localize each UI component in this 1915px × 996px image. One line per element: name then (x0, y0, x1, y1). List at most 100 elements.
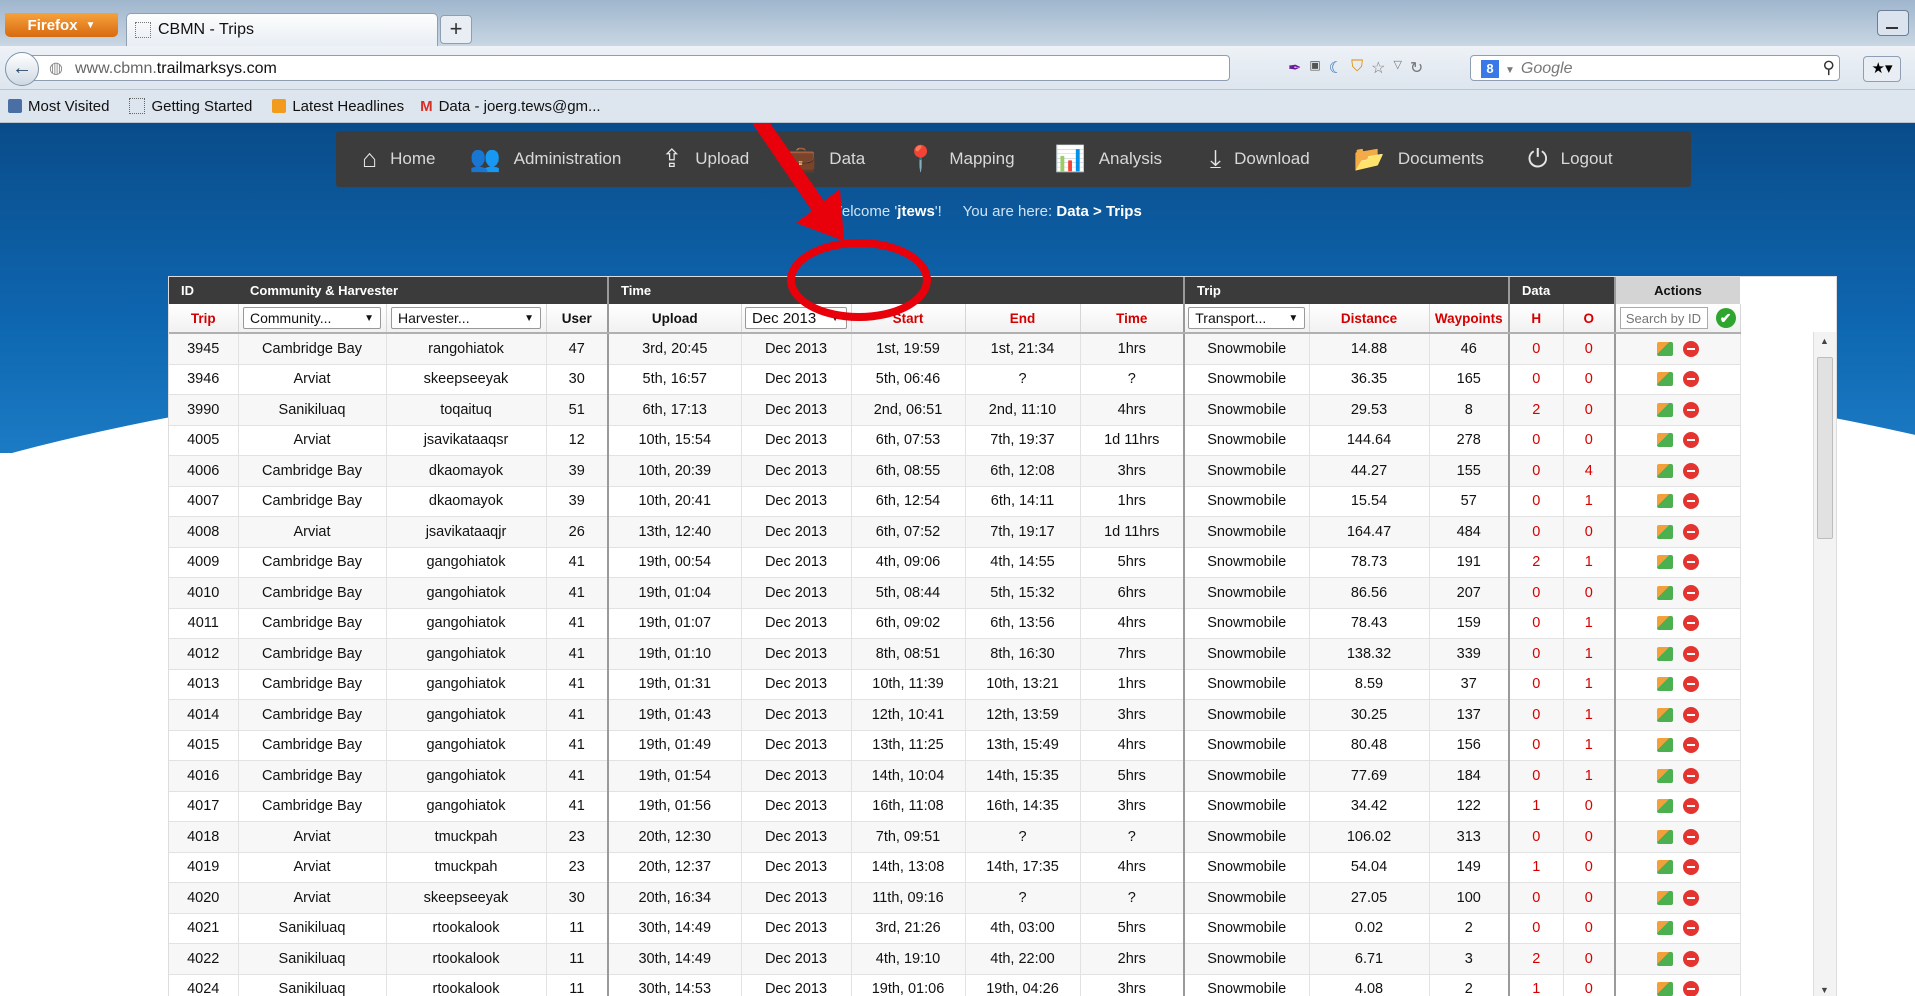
nav-mapping[interactable]: 📍 Mapping (905, 131, 1014, 187)
edit-trip-icon[interactable] (1656, 982, 1673, 996)
edit-trip-icon[interactable] (1656, 829, 1673, 844)
back-button[interactable]: ← (5, 52, 39, 86)
col-user[interactable]: User (546, 304, 609, 334)
nav-download[interactable]: ⤓ Download (1210, 131, 1310, 187)
edit-trip-icon[interactable] (1656, 402, 1673, 417)
pen-icon[interactable]: ✒ (1288, 58, 1301, 78)
delete-trip-icon[interactable] (1682, 554, 1699, 571)
transport-select[interactable]: Transport... ▼ (1188, 307, 1306, 329)
reload-icon[interactable]: ↻ (1410, 58, 1423, 78)
minimize-button[interactable] (1877, 10, 1909, 36)
col-end[interactable]: End (965, 304, 1081, 334)
table-row[interactable]: 4009 Cambridge Bay gangohiatok 41 19th, 00:5… (169, 547, 1741, 578)
table-scrollbar[interactable]: ▲ ▼ (1813, 332, 1836, 996)
edit-trip-icon[interactable] (1656, 646, 1673, 661)
new-tab-button[interactable]: + (440, 15, 472, 44)
col-trip[interactable]: Trip (169, 304, 239, 334)
bookmark-getting-started[interactable]: Getting Started (121, 98, 252, 115)
delete-trip-icon[interactable] (1682, 889, 1699, 906)
nav-logout[interactable]: ⏻ Logout (1528, 131, 1613, 187)
table-row[interactable]: 4024 Sanikiluaq rtookalook 11 30th, 14:53 Dec… (169, 974, 1741, 996)
table-row[interactable]: 4015 Cambridge Bay gangohiatok 41 19th, 01:4… (169, 730, 1741, 761)
delete-trip-icon[interactable] (1682, 920, 1699, 937)
nav-administration[interactable]: 👥 Administration (469, 131, 621, 187)
search-icon[interactable]: ⚲ (1823, 58, 1835, 78)
edit-trip-icon[interactable] (1656, 860, 1673, 875)
edit-trip-icon[interactable] (1656, 372, 1673, 387)
edit-trip-icon[interactable] (1656, 341, 1673, 356)
delete-trip-icon[interactable] (1682, 767, 1699, 784)
delete-trip-icon[interactable] (1682, 493, 1699, 510)
delete-trip-icon[interactable] (1682, 371, 1699, 388)
table-row[interactable]: 4006 Cambridge Bay dkaomayok 39 10th, 20:39 D… (169, 455, 1741, 487)
table-row[interactable]: 3990 Sanikiluaq toqaituq 51 6th, 17:13 Dec 20… (169, 394, 1741, 426)
delete-trip-icon[interactable] (1682, 432, 1699, 449)
edit-trip-icon[interactable] (1656, 799, 1673, 814)
table-row[interactable]: 4011 Cambridge Bay gangohiatok 41 19th, 01:0… (169, 608, 1741, 639)
nav-upload[interactable]: ⇪ Upload (661, 131, 749, 187)
star-icon[interactable]: ☆ (1371, 58, 1385, 78)
delete-trip-icon[interactable] (1682, 737, 1699, 754)
edit-trip-icon[interactable] (1656, 616, 1673, 631)
nav-analysis[interactable]: 📊 Analysis (1055, 131, 1162, 187)
url-bar[interactable]: ◍ www.cbmn.trailmarksys.com (30, 55, 1230, 81)
check-icon[interactable]: ✔ (1715, 308, 1736, 328)
table-row[interactable]: 4013 Cambridge Bay gangohiatok 41 19th, 01:3… (169, 669, 1741, 700)
delete-trip-icon[interactable] (1682, 523, 1699, 540)
shield-icon[interactable]: ⛉ (1351, 58, 1363, 78)
col-upload[interactable]: Upload (607, 304, 742, 334)
table-row[interactable]: 3945 Cambridge Bay rangohiatok 47 3rd, 20:45… (169, 333, 1741, 365)
edit-trip-icon[interactable] (1656, 677, 1673, 692)
nav-home[interactable]: ⌂ Home (362, 131, 435, 187)
table-row[interactable]: 4016 Cambridge Bay gangohiatok 41 19th, 01:5… (169, 760, 1741, 792)
delete-trip-icon[interactable] (1682, 340, 1699, 357)
delete-trip-icon[interactable] (1682, 401, 1699, 418)
scroll-down-icon[interactable]: ▼ (1820, 985, 1829, 995)
scrollbar-thumb[interactable] (1817, 357, 1833, 539)
search-by-id-input[interactable] (1619, 307, 1708, 329)
table-row[interactable]: 4020 Arviat skeepseeyak 30 20th, 16:34 Dec 20… (169, 882, 1741, 914)
edit-trip-icon[interactable] (1656, 433, 1673, 448)
bookmark-data-gmail[interactable]: M Data - joerg.tews@gm... (416, 98, 600, 115)
edit-trip-icon[interactable] (1656, 738, 1673, 753)
bookmark-most-visited[interactable]: Most Visited (0, 98, 109, 115)
table-row[interactable]: 4005 Arviat jsavikataaqsr 12 10th, 15:54 Dec … (169, 425, 1741, 456)
delete-trip-icon[interactable] (1682, 828, 1699, 845)
table-row[interactable]: 4008 Arviat jsavikataaqjr 26 13th, 12:40 Dec … (169, 516, 1741, 548)
edit-trip-icon[interactable] (1656, 890, 1673, 905)
delete-trip-icon[interactable] (1682, 615, 1699, 632)
edit-trip-icon[interactable] (1656, 921, 1673, 936)
table-row[interactable]: 4017 Cambridge Bay gangohiatok 41 19th, 01:5… (169, 791, 1741, 822)
col-time[interactable]: Time (1080, 304, 1185, 334)
delete-trip-icon[interactable] (1682, 645, 1699, 662)
nav-documents[interactable]: 📂 Documents (1354, 131, 1484, 187)
delete-trip-icon[interactable] (1682, 798, 1699, 815)
delete-trip-icon[interactable] (1682, 706, 1699, 723)
col-distance[interactable]: Distance (1309, 304, 1430, 334)
bookmark-latest-headlines[interactable]: Latest Headlines (264, 98, 404, 115)
table-row[interactable]: 4007 Cambridge Bay dkaomayok 39 10th, 20:41 D… (169, 486, 1741, 517)
edit-trip-icon[interactable] (1656, 463, 1673, 478)
firefox-menu-button[interactable]: Firefox ▼ (5, 13, 118, 37)
table-row[interactable]: 4019 Arviat tmuckpah 23 20th, 12:37 Dec 2013 1… (169, 852, 1741, 883)
table-row[interactable]: 4014 Cambridge Bay gangohiatok 41 19th, 01:4… (169, 699, 1741, 731)
table-row[interactable]: 4018 Arviat tmuckpah 23 20th, 12:30 Dec 2013 7… (169, 821, 1741, 853)
harvester-select[interactable]: Harvester... ▼ (391, 307, 541, 329)
edit-trip-icon[interactable] (1656, 951, 1673, 966)
table-row[interactable]: 4012 Cambridge Bay gangohiatok 41 19th, 01:1… (169, 638, 1741, 670)
bookmarks-menu-button[interactable]: ★▾ (1863, 56, 1901, 82)
moon-icon[interactable]: ☾ (1329, 58, 1343, 78)
scroll-up-icon[interactable]: ▲ (1820, 336, 1829, 346)
delete-trip-icon[interactable] (1682, 676, 1699, 693)
table-row[interactable]: 4021 Sanikiluaq rtookalook 11 30th, 14:49 Dec… (169, 913, 1741, 944)
delete-trip-icon[interactable] (1682, 859, 1699, 876)
table-row[interactable]: 4010 Cambridge Bay gangohiatok 41 19th, 01:0… (169, 577, 1741, 609)
edit-trip-icon[interactable] (1656, 768, 1673, 783)
delete-trip-icon[interactable] (1682, 981, 1699, 996)
col-o[interactable]: O (1563, 304, 1616, 334)
delete-trip-icon[interactable] (1682, 950, 1699, 967)
edit-trip-icon[interactable] (1656, 555, 1673, 570)
edit-trip-icon[interactable] (1656, 585, 1673, 600)
table-row[interactable]: 3946 Arviat skeepseeyak 30 5th, 16:57 Dec 201… (169, 364, 1741, 395)
community-select[interactable]: Community... ▼ (243, 307, 381, 329)
